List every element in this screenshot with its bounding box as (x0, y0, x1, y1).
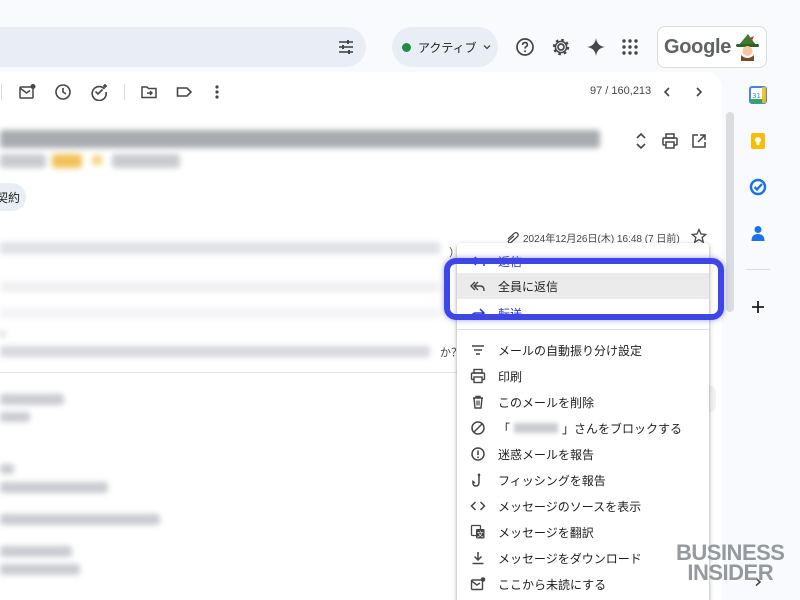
top-bar: アクティブ Google (0, 0, 800, 72)
side-divider (746, 269, 770, 270)
svg-text:31: 31 (752, 92, 761, 100)
body-blurred (0, 482, 108, 493)
print-icon[interactable] (661, 132, 679, 150)
chevron-left-icon[interactable] (657, 82, 677, 102)
body-blurred (0, 514, 160, 525)
svg-text:文: 文 (477, 530, 484, 539)
status-label: アクティブ (418, 40, 477, 55)
help-icon[interactable] (514, 36, 536, 58)
expand-collapse-icon[interactable] (632, 132, 650, 150)
sparkle-icon[interactable] (585, 36, 607, 58)
body-blurred (0, 464, 14, 474)
active-status-dot (402, 42, 411, 52)
code-icon (470, 498, 486, 514)
body-blurred (0, 412, 30, 422)
block-icon (470, 420, 486, 436)
menu-item-translate[interactable]: 文 メッセージを翻訳 (457, 519, 709, 545)
more-vert-icon[interactable] (207, 82, 227, 102)
sender-name-blurred (514, 423, 559, 433)
attachment-icon (507, 231, 519, 244)
body-blurred (0, 564, 80, 575)
search-bar[interactable] (0, 27, 366, 67)
toolbar-divider (124, 84, 125, 100)
body-blurred (0, 308, 440, 318)
filter-icon (470, 342, 486, 358)
menu-item-print[interactable]: 印刷 (457, 363, 709, 389)
scrollbar-thumb[interactable] (726, 112, 734, 312)
move-to-folder-icon[interactable] (139, 82, 159, 102)
side-panel: 31 (736, 72, 800, 600)
body-blurred (0, 282, 440, 292)
menu-item-download[interactable]: メッセージをダウンロード (457, 545, 709, 571)
open-in-new-window-icon[interactable] (690, 132, 708, 150)
snooze-icon[interactable] (53, 82, 73, 102)
subject-emoji-blurred (92, 155, 102, 165)
spam-icon (470, 446, 486, 462)
subject-emoji-blurred (52, 154, 82, 168)
label-chip[interactable]: 契約 (0, 183, 26, 211)
body-blurred (0, 394, 64, 405)
menu-item-mark-unread[interactable]: ここから未読にする (457, 571, 709, 597)
trash-icon (470, 394, 486, 410)
sender-blurred (0, 242, 440, 254)
gear-icon[interactable] (550, 36, 572, 58)
avatar (735, 33, 761, 61)
subject-blurred (0, 154, 46, 168)
add-task-icon[interactable] (89, 82, 109, 102)
add-icon[interactable] (748, 297, 768, 317)
download-icon (470, 550, 486, 566)
pager-count: 97 / 160,213 (590, 85, 652, 97)
chevron-right-icon[interactable] (689, 82, 709, 102)
mark-unread-icon (470, 576, 486, 592)
menu-item-filter[interactable]: メールの自動振り分け設定 (457, 337, 709, 363)
mark-unread-icon[interactable] (17, 82, 37, 102)
subject-blurred (0, 130, 600, 148)
divider (0, 372, 457, 373)
search-options-icon[interactable] (336, 37, 356, 57)
menu-item-show-source[interactable]: メッセージのソースを表示 (457, 493, 709, 519)
chevron-down-icon (483, 45, 491, 50)
translate-icon: 文 (470, 524, 486, 540)
menu-item-report-phishing[interactable]: フィッシングを報告 (457, 467, 709, 493)
menu-item-report-spam[interactable]: 迷惑メールを報告 (457, 441, 709, 467)
menu-item-delete[interactable]: このメールを削除 (457, 389, 709, 415)
google-logo: Google (664, 35, 732, 58)
contacts-icon[interactable] (748, 223, 768, 243)
print-icon (470, 368, 486, 384)
tasks-icon[interactable] (748, 177, 768, 197)
body-blurred (0, 546, 72, 557)
reply-all-highlight (444, 258, 724, 320)
message-toolbar: 97 / 160,213 (0, 72, 722, 112)
status-chip[interactable]: アクティブ (392, 27, 498, 67)
menu-divider (457, 329, 709, 330)
subject-blurred (112, 154, 180, 168)
body-blurred (0, 346, 430, 357)
label-icon[interactable] (174, 82, 194, 102)
keep-icon[interactable] (748, 131, 768, 151)
menu-item-block-sender[interactable]: 「」さんをブロックする (457, 415, 709, 441)
apps-grid-icon[interactable] (619, 36, 641, 58)
phishing-icon (470, 472, 486, 488)
body-blurred (0, 330, 6, 338)
account-button[interactable]: Google (657, 26, 767, 68)
toolbar-divider (1, 84, 2, 100)
calendar-icon[interactable]: 31 (748, 85, 768, 105)
business-insider-watermark: BUSINESS INSIDER (676, 540, 785, 585)
